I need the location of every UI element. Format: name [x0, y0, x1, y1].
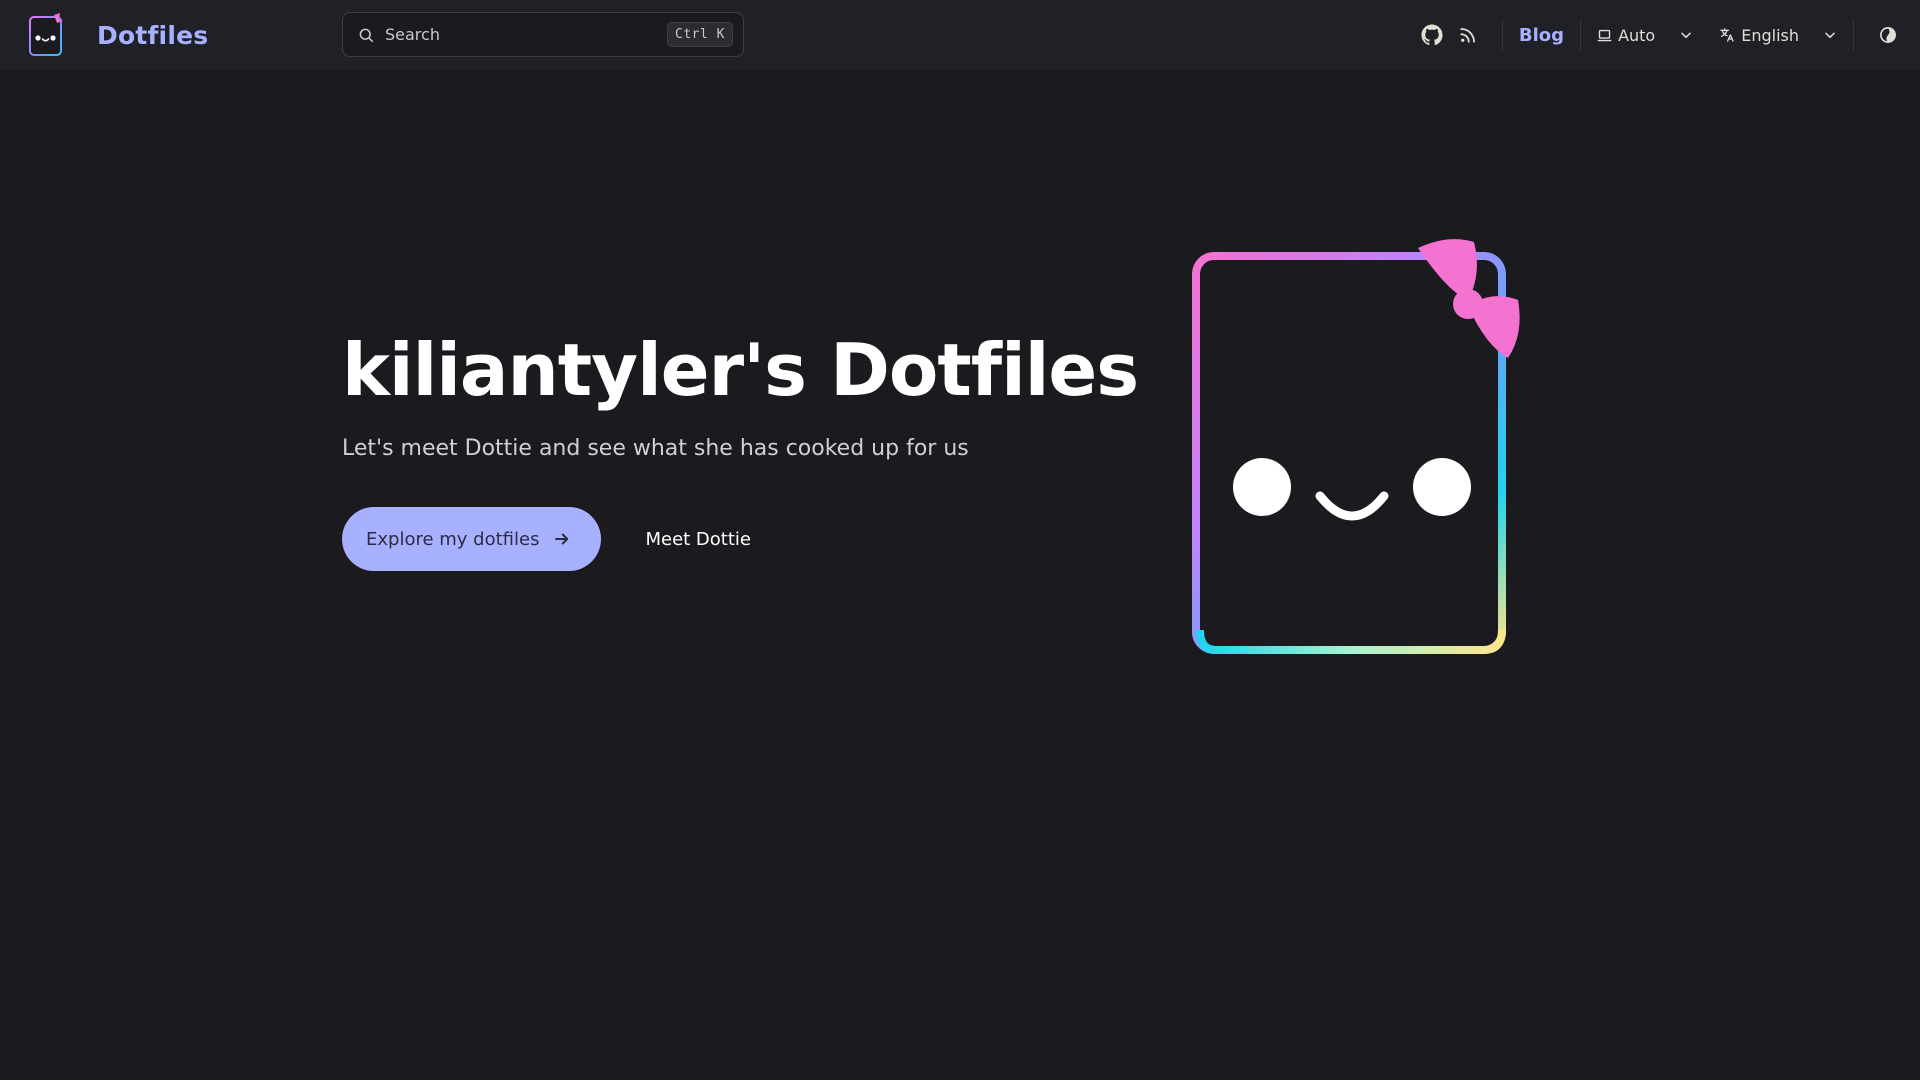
arrow-right-icon: [555, 533, 569, 545]
meet-dottie-button[interactable]: Meet Dottie: [639, 528, 757, 551]
theme-toggle-button[interactable]: [1870, 17, 1906, 53]
search-box[interactable]: Search Ctrl K: [342, 12, 744, 57]
github-icon: [1421, 24, 1443, 46]
search-placeholder: Search: [385, 25, 440, 44]
language-dropdown[interactable]: English: [1719, 26, 1837, 45]
site-title: Dotfiles: [97, 20, 209, 50]
hero-actions: Explore my dotfiles Meet Dottie: [342, 507, 757, 571]
hero-tagline: Let's meet Dottie and see what she has c…: [342, 436, 969, 461]
appearance-dropdown[interactable]: Auto: [1597, 26, 1693, 45]
navbar: Dotfiles Search Ctrl K Blog Auto English: [0, 0, 1920, 70]
monitor-icon: [1597, 29, 1612, 41]
dottie-mascot-image: [1192, 239, 1520, 654]
rss-icon: [1460, 28, 1475, 43]
search-icon: [359, 28, 374, 42]
github-link[interactable]: [1414, 17, 1450, 53]
appearance-label: Auto: [1618, 25, 1656, 45]
translate-icon: [1720, 28, 1734, 42]
hero-title: kiliantyler's Dotfiles: [342, 328, 1139, 412]
dottie-logo-icon: [29, 13, 63, 56]
explore-dotfiles-button[interactable]: Explore my dotfiles: [342, 507, 602, 571]
blog-link[interactable]: Blog: [1519, 25, 1564, 46]
explore-dotfiles-label: Explore my dotfiles: [366, 528, 540, 550]
rss-link[interactable]: [1450, 17, 1486, 53]
search-shortcut: Ctrl K: [667, 22, 733, 47]
nav-divider: [1580, 19, 1582, 51]
home-link[interactable]: Dotfiles: [27, 12, 208, 58]
theme-toggle-icon: [1880, 27, 1896, 43]
nav-right: Blog Auto English: [1414, 0, 1906, 70]
chevron-down-icon: [1681, 32, 1692, 39]
nav-divider: [1853, 19, 1854, 51]
language-label: English: [1741, 25, 1799, 45]
chevron-down-icon: [1825, 32, 1835, 39]
nav-divider: [1501, 19, 1503, 51]
